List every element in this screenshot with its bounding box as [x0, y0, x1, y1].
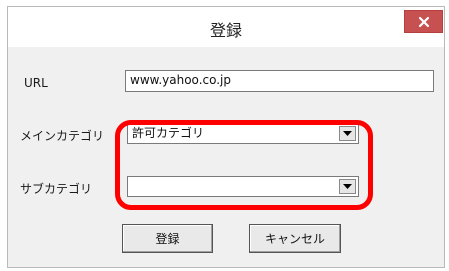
chevron-down-icon	[343, 130, 352, 136]
main-category-select[interactable]: 許可カテゴリ	[127, 123, 359, 144]
sub-category-select[interactable]	[127, 176, 359, 197]
main-category-label: メインカテゴリ	[20, 129, 105, 143]
close-icon	[418, 16, 429, 27]
sub-category-dropdown-button[interactable]	[339, 179, 356, 194]
dialog-title: 登録	[209, 21, 242, 40]
main-category-value: 許可カテゴリ	[132, 126, 205, 140]
title-bar[interactable]: 登録	[8, 7, 444, 47]
register-dialog: 登録 URL www.yahoo.co.jp メインカテゴリ 許可カテゴリ サブ…	[7, 6, 445, 268]
sub-category-label: サブカテゴリ	[20, 182, 93, 196]
url-label: URL	[24, 76, 48, 90]
cancel-button[interactable]: キャンセル	[249, 224, 341, 253]
dialog-body: URL www.yahoo.co.jp メインカテゴリ 許可カテゴリ サブカテゴ…	[8, 47, 444, 267]
close-button[interactable]	[404, 10, 443, 33]
url-input[interactable]: www.yahoo.co.jp	[125, 70, 434, 92]
main-category-dropdown-button[interactable]	[339, 126, 356, 141]
register-button[interactable]: 登録	[122, 224, 213, 253]
chevron-down-icon	[343, 183, 352, 189]
